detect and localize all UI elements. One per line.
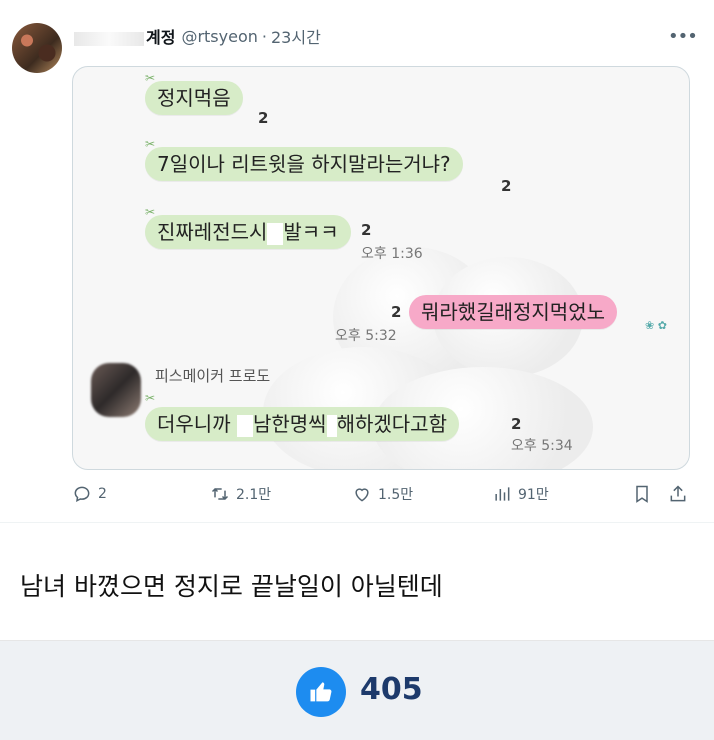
retweet-icon bbox=[211, 487, 229, 501]
chat-bubble: 진짜레전드시 발ㅋㅋ bbox=[145, 215, 351, 249]
share-button[interactable] bbox=[668, 484, 688, 504]
bookmark-button[interactable] bbox=[632, 484, 652, 504]
tweet-card: 계정 @rtsyeon · 23시간 ••• ✂ 정지먹음 2 ✂ 7일이나 리… bbox=[0, 0, 714, 522]
unread-count: 2 bbox=[361, 221, 372, 239]
message-time: 오후 5:32 bbox=[335, 328, 397, 344]
censor-block bbox=[236, 414, 253, 437]
like-button[interactable]: 1.5만 bbox=[352, 484, 413, 504]
unread-count: 2 bbox=[501, 177, 512, 195]
censored-name bbox=[74, 31, 144, 46]
message-time: 오후 5:34 bbox=[511, 438, 573, 454]
views-button[interactable]: 91만 bbox=[492, 484, 549, 504]
flower-decoration: ❀ ✿ bbox=[645, 319, 667, 332]
heart-icon bbox=[355, 488, 369, 502]
handle[interactable]: @rtsyeon bbox=[181, 27, 257, 46]
timestamp[interactable]: 23시간 bbox=[271, 24, 321, 48]
more-horizontal-icon[interactable]: ••• bbox=[668, 26, 698, 47]
share-icon bbox=[670, 485, 686, 502]
thumbs-up-icon bbox=[310, 682, 332, 702]
censor-block bbox=[326, 414, 337, 437]
unread-count: 2 bbox=[391, 303, 402, 321]
censor-block bbox=[267, 222, 284, 245]
analytics-icon bbox=[495, 487, 510, 501]
like-count: 405 bbox=[360, 672, 423, 707]
bookmark-icon bbox=[636, 485, 648, 503]
chat-bubble-sent: 뭐라했길래정지먹었노 bbox=[409, 295, 617, 329]
unread-count: 2 bbox=[258, 109, 269, 127]
reply-icon bbox=[74, 486, 90, 502]
separator-dot: · bbox=[261, 26, 267, 46]
post-footer bbox=[0, 641, 714, 740]
chat-bubble: 7일이나 리트윗을 하지말라는거냐? bbox=[145, 147, 463, 181]
sender-name: 피스메이커 프로도 bbox=[155, 367, 271, 385]
tweet-actions: 2 2.1만 1.5만 91만 bbox=[0, 484, 714, 510]
thumbs-up-button[interactable] bbox=[296, 667, 346, 717]
display-name[interactable]: 계정 bbox=[74, 24, 175, 48]
unread-count: 2 bbox=[511, 415, 522, 433]
avatar[interactable] bbox=[12, 23, 62, 73]
retweet-button[interactable]: 2.1만 bbox=[210, 484, 271, 504]
sender-avatar bbox=[91, 363, 141, 417]
tweet-header: 계정 @rtsyeon · 23시간 bbox=[74, 24, 321, 48]
chat-bubble: 더우니까 남한명씩 해하겠다고함 bbox=[145, 407, 459, 441]
ribbon-icon: ✂ bbox=[145, 391, 156, 405]
chat-bubble: 정지먹음 bbox=[145, 81, 243, 115]
message-time: 오후 1:36 bbox=[361, 246, 423, 262]
chat-screenshot[interactable]: ✂ 정지먹음 2 ✂ 7일이나 리트윗을 하지말라는거냐? 2 ✂ 진짜레전드시… bbox=[72, 66, 690, 470]
reply-button[interactable]: 2 bbox=[72, 484, 107, 504]
post-caption: 남녀 바꼈으면 정지로 끝날일이 아닐텐데 bbox=[20, 572, 443, 601]
divider bbox=[0, 522, 714, 523]
